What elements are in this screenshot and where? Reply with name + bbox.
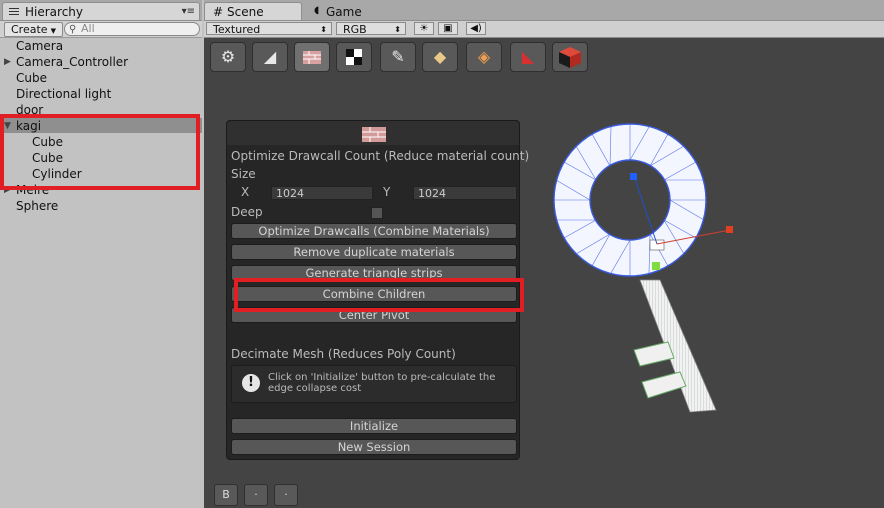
deep-checkbox[interactable] — [371, 207, 383, 219]
render-mode-dropdown[interactable]: Textured ⬍ — [206, 22, 332, 36]
initialize-button[interactable]: Initialize — [231, 418, 517, 434]
list-icon — [9, 8, 19, 16]
deep-label: Deep — [231, 205, 263, 219]
brush-icon: ✎ — [391, 47, 405, 66]
color-mode-dropdown[interactable]: RGB ⬍ — [336, 22, 406, 36]
hierarchy-item-camera-controller[interactable]: Camera_Controller — [16, 54, 128, 70]
search-icon: ⚲ — [69, 24, 77, 35]
tool-brick-button[interactable] — [294, 42, 330, 72]
tab-menu-icon[interactable]: ▾≡ — [182, 6, 195, 17]
tool-box-button[interactable]: ◈ — [466, 42, 502, 72]
hierarchy-item-camera[interactable]: Camera — [16, 38, 63, 54]
hierarchy-item-cube[interactable]: Cube — [16, 70, 47, 86]
hierarchy-toolbar: Create ▼ ⚲ All — [0, 21, 202, 38]
size-x-field[interactable]: 1024 — [271, 186, 373, 200]
y-label: Y — [383, 185, 391, 199]
tool-brush-button[interactable]: ✎ — [380, 42, 416, 72]
remove-duplicate-materials-button[interactable]: Remove duplicate materials — [231, 244, 517, 260]
bottom-dot-button-2[interactable]: · — [274, 484, 298, 506]
lighting-toggle[interactable]: ☀ — [414, 22, 434, 35]
key-mesh-preview[interactable] — [544, 120, 744, 460]
hierarchy-tabbar: Hierarchy ▾≡ — [0, 0, 202, 21]
tool-gear-button[interactable]: ⚙ — [210, 42, 246, 72]
tab-scene[interactable]: # Scene — [204, 2, 302, 20]
highlight-box-kagi — [0, 114, 200, 190]
scene-panel: # Scene ◖ Game Textured ⬍ RGB ⬍ ☀ ▣ ◀) ⚙ ◢ — [204, 0, 884, 508]
tool-paint-button[interactable]: ◣ — [510, 42, 546, 72]
chevron-down-icon: ▼ — [50, 27, 56, 35]
new-session-button[interactable]: New Session — [231, 439, 517, 455]
tab-hierarchy[interactable]: Hierarchy ▾≡ — [2, 2, 200, 20]
optimize-drawcall-heading: Optimize Drawcall Count (Reduce material… — [231, 149, 530, 163]
eraser-icon: ◆ — [433, 47, 447, 66]
search-placeholder: All — [81, 22, 95, 35]
hierarchy-item-directional-light[interactable]: Directional light — [16, 86, 111, 102]
render-mode-value: Textured — [213, 23, 261, 36]
highlight-box-combine-children — [234, 278, 524, 312]
box-icon: ◈ — [477, 47, 491, 66]
expand-arrow-icon[interactable]: ▶ — [4, 57, 11, 67]
info-icon: ! — [242, 374, 260, 392]
updown-arrow-icon: ⬍ — [320, 25, 327, 34]
x-label: X — [241, 185, 250, 199]
create-button[interactable]: Create ▼ — [4, 22, 63, 37]
tool-cube-button[interactable] — [552, 42, 588, 72]
optimize-drawcalls-button[interactable]: Optimize Drawcalls (Combine Materials) — [231, 223, 517, 239]
hierarchy-item-sphere[interactable]: Sphere — [16, 198, 58, 214]
bottom-dot-button-1[interactable]: · — [244, 484, 268, 506]
brick-icon — [362, 127, 386, 142]
speaker-icon: ◀) — [470, 23, 482, 34]
tool-eraser-button[interactable]: ◆ — [422, 42, 458, 72]
search-input[interactable]: ⚲ All — [64, 22, 200, 36]
size-y-field[interactable]: 1024 — [413, 186, 517, 200]
audio-toggle[interactable]: ◀) — [466, 22, 486, 35]
tool-checker-button[interactable] — [336, 42, 372, 72]
help-box: ! Click on 'Initialize' button to pre-ca… — [231, 365, 517, 403]
create-button-label: Create — [11, 23, 48, 36]
bottom-b-button[interactable]: B — [214, 484, 238, 506]
color-mode-value: RGB — [343, 23, 367, 36]
scene-tabbar: # Scene ◖ Game — [204, 0, 884, 21]
sun-icon: ☀ — [419, 23, 429, 34]
tab-scene-label: Scene — [227, 5, 264, 19]
tab-hierarchy-label: Hierarchy — [25, 5, 84, 19]
grid-icon: # — [213, 5, 224, 19]
updown-arrow-icon: ⬍ — [394, 25, 401, 34]
decimate-mesh-heading: Decimate Mesh (Reduces Poly Count) — [231, 347, 456, 361]
tool-pyramid-button[interactable]: ◢ — [252, 42, 288, 72]
tab-game-label: Game — [326, 5, 362, 19]
scene-viewport[interactable]: ⚙ ◢ ✎ ◆ ◈ ◣ Optimize Drawcall Count (Red… — [204, 38, 884, 508]
checker-icon — [346, 49, 362, 65]
cube-icon — [559, 47, 581, 68]
gamepad-icon: ◖ — [314, 5, 320, 16]
paint-bucket-icon: ◣ — [521, 47, 535, 66]
help-text: Click on 'Initialize' button to pre-calc… — [268, 372, 496, 394]
image-icon: ▣ — [443, 23, 453, 34]
brick-icon — [303, 51, 321, 64]
panel-header — [227, 121, 519, 145]
image-toggle[interactable]: ▣ — [438, 22, 458, 35]
hierarchy-panel: Hierarchy ▾≡ Create ▼ ⚲ All Camera ▶ Came… — [0, 0, 202, 508]
gear-icon: ⚙ — [220, 47, 236, 66]
size-label: Size — [231, 167, 256, 181]
scene-toolbar: Textured ⬍ RGB ⬍ ☀ ▣ ◀) — [204, 21, 884, 38]
pyramid-icon: ◢ — [263, 47, 277, 66]
